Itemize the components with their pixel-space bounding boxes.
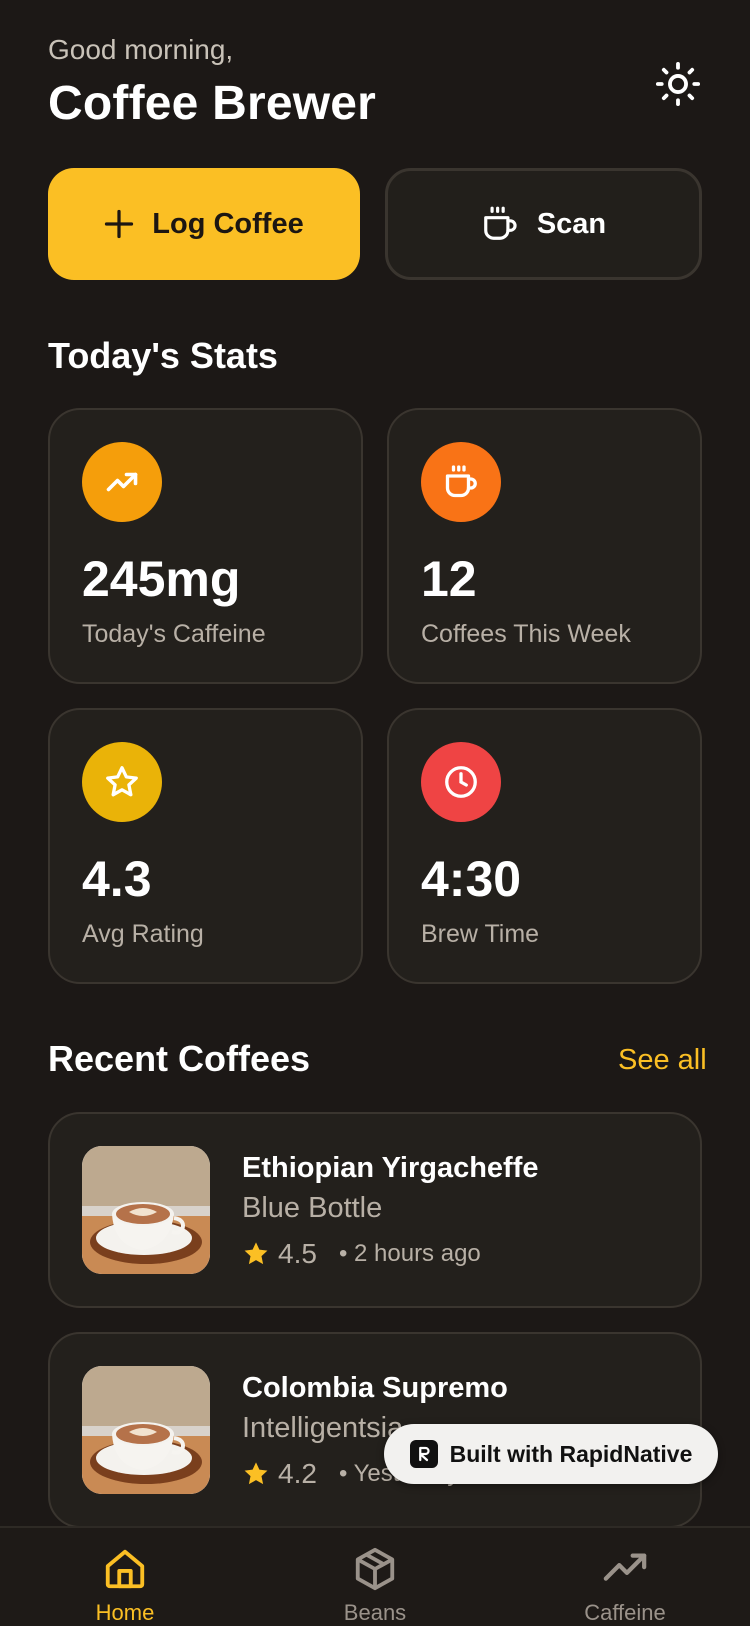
star-filled-icon — [244, 1242, 268, 1265]
coffee-name: Colombia Supremo — [242, 1372, 508, 1404]
theme-toggle-button[interactable] — [652, 58, 704, 110]
tab-caffeine-label: Caffeine — [584, 1600, 666, 1625]
stat-card-coffees-week[interactable]: 12 Coffees This Week — [387, 408, 702, 684]
stat-card-avg-rating[interactable]: 4.3 Avg Rating — [48, 708, 363, 984]
star-icon — [106, 766, 138, 797]
plus-icon — [105, 209, 134, 239]
recent-section-title: Recent Coffees — [48, 1038, 311, 1079]
stat-value: 12 — [421, 551, 477, 607]
coffee-time: • 2 hours ago — [338, 1240, 481, 1267]
stat-label: Brew Time — [421, 920, 540, 948]
stat-icon-badge — [82, 442, 162, 522]
coffee-cup-icon — [445, 465, 477, 498]
tab-home[interactable]: Home — [45, 1528, 205, 1626]
stats-section-title: Today's Stats — [48, 335, 278, 376]
stat-value: 4:30 — [421, 851, 522, 907]
stat-value: 4.3 — [82, 851, 152, 907]
trending-up-icon — [603, 1553, 647, 1581]
box-icon — [355, 1547, 395, 1591]
coffee-brand: Blue Bottle — [242, 1192, 383, 1224]
scan-button[interactable]: Scan — [385, 168, 702, 280]
log-coffee-button[interactable]: Log Coffee — [48, 168, 360, 280]
sun-icon — [655, 61, 701, 107]
coffee-cup-icon — [483, 206, 517, 240]
coffee-meta: 4.5 • 2 hours ago — [242, 1238, 481, 1270]
tab-home-label: Home — [95, 1600, 155, 1625]
clock-icon — [445, 766, 477, 798]
coffee-rating: 4.2 — [278, 1458, 317, 1489]
stat-label: Today's Caffeine — [82, 620, 266, 648]
coffee-name: Ethiopian Yirgacheffe — [242, 1152, 539, 1184]
stat-card-caffeine[interactable]: 245mg Today's Caffeine — [48, 408, 363, 684]
coffee-rating: 4.5 — [278, 1238, 317, 1269]
home-icon — [105, 1549, 145, 1589]
stat-card-brew-time[interactable]: 4:30 Brew Time — [387, 708, 702, 984]
coffee-thumbnail — [82, 1146, 210, 1274]
log-coffee-label: Log Coffee — [152, 207, 304, 240]
scan-label: Scan — [536, 207, 607, 240]
stat-label: Coffees This Week — [421, 620, 631, 648]
stat-label: Avg Rating — [82, 920, 204, 948]
tab-beans-label: Beans — [343, 1600, 407, 1625]
stat-icon-badge — [421, 742, 501, 822]
badge-label: Built with RapidNative — [449, 1440, 693, 1467]
stat-icon-badge — [82, 742, 162, 822]
coffee-brand: Intelligentsia — [242, 1412, 404, 1444]
stat-icon-badge — [421, 442, 501, 522]
built-with-badge[interactable]: Built with RapidNative — [384, 1424, 718, 1484]
coffee-thumbnail — [82, 1366, 210, 1494]
tab-caffeine[interactable]: Caffeine — [545, 1528, 705, 1626]
stat-value: 245mg — [82, 551, 241, 607]
bottom-tab-bar: Home Beans Caffeine — [0, 1526, 750, 1626]
greeting-text: Good morning, — [48, 34, 234, 65]
star-filled-icon — [244, 1462, 268, 1485]
see-all-link[interactable]: See all — [618, 1044, 707, 1077]
tab-beans[interactable]: Beans — [295, 1528, 455, 1626]
coffee-list-item[interactable]: Ethiopian Yirgacheffe Blue Bottle 4.5 • … — [48, 1112, 702, 1308]
page-title: Coffee Brewer — [48, 77, 377, 130]
trending-up-icon — [106, 472, 138, 492]
rapidnative-logo-icon — [409, 1440, 438, 1468]
